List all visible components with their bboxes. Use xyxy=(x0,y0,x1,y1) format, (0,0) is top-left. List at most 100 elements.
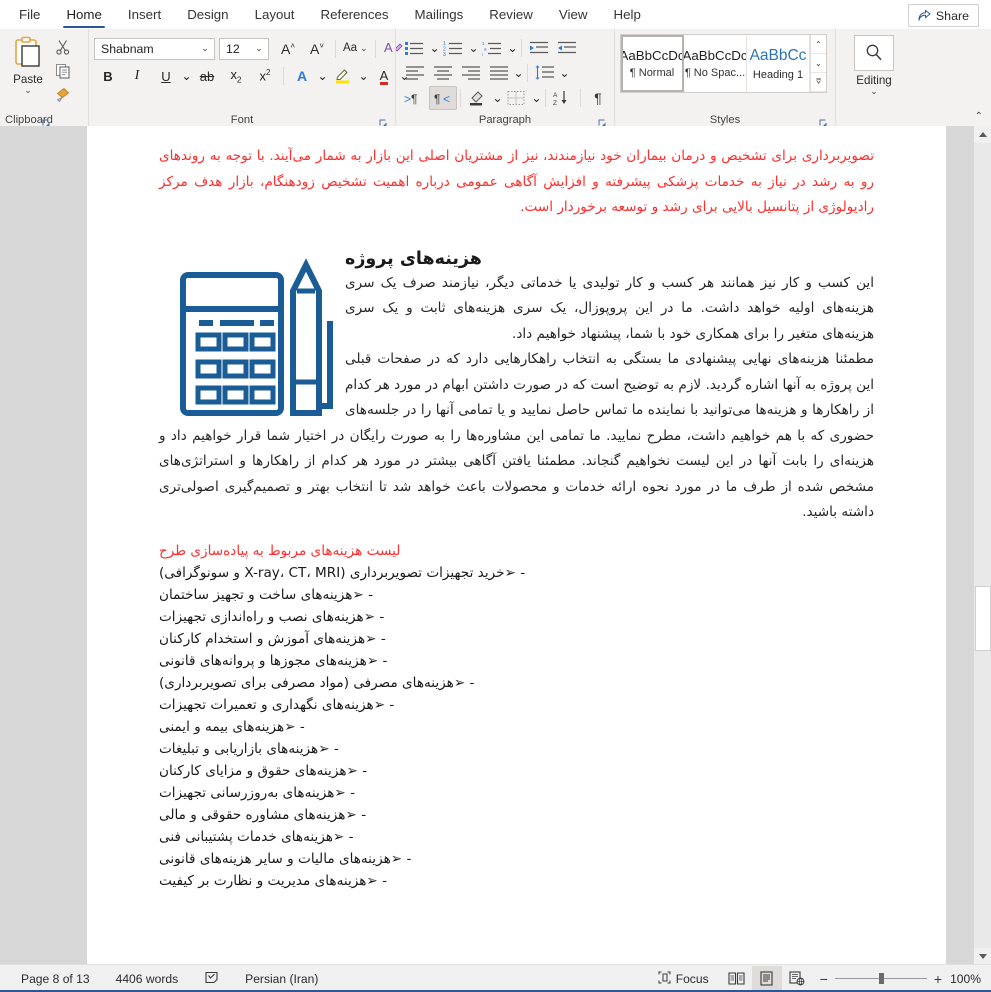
tab-mailings[interactable]: Mailings xyxy=(402,1,477,29)
editing-chevron-down-icon[interactable]: ⌄ xyxy=(870,87,878,96)
multilevel-chevron-down-icon[interactable]: ⌄ xyxy=(507,37,518,59)
font-size-input[interactable]: 12 ⌄ xyxy=(219,37,269,60)
zoom-slider-thumb[interactable] xyxy=(878,973,884,984)
style-heading-1[interactable]: AaBbCc Heading 1 xyxy=(747,35,810,92)
shading-button[interactable] xyxy=(464,86,492,110)
line-spacing-chevron-down-icon[interactable]: ⌄ xyxy=(559,62,570,84)
list-item: ➢ -هزینه‌های مشاوره حقوقی و مالی xyxy=(159,804,874,826)
numbering-chevron-down-icon[interactable]: ⌄ xyxy=(468,37,479,59)
bullet-arrow-icon: ➢ - xyxy=(318,740,339,757)
change-case-chevron-down-icon[interactable]: ⌄ xyxy=(360,43,368,54)
font-name-input[interactable]: Shabnam ⌄ xyxy=(94,37,215,60)
list-item: ➢ -هزینه‌های آموزش و استخدام کارکنان xyxy=(159,628,874,650)
bullet-arrow-icon: ➢ - xyxy=(366,872,388,889)
list-item: ➢ -خرید تجهیزات تصویربرداری (X-ray، CT، … xyxy=(159,562,874,584)
scroll-down-button[interactable] xyxy=(974,948,991,965)
tab-home[interactable]: Home xyxy=(53,1,114,29)
style-no-spacing[interactable]: AaBbCcDc ¶ No Spac... xyxy=(684,35,747,92)
underline-chevron-down-icon[interactable]: ⌄ xyxy=(181,65,192,87)
focus-button[interactable]: Focus xyxy=(645,971,722,987)
vertical-scrollbar[interactable] xyxy=(974,126,991,965)
superscript-button[interactable]: x2 xyxy=(251,64,279,88)
numbering-button[interactable]: 123 xyxy=(440,36,468,60)
tab-review[interactable]: Review xyxy=(476,1,546,29)
styles-scroll-up-icon[interactable]: ⌃ xyxy=(811,35,826,54)
divider xyxy=(335,39,336,58)
text-effects-button[interactable]: A xyxy=(288,64,316,88)
document-canvas[interactable]: تصویربرداری برای تشخیص و درمان بیماران خ… xyxy=(0,126,991,965)
tab-help[interactable]: Help xyxy=(601,1,654,29)
scroll-up-button[interactable] xyxy=(974,126,991,143)
document-page[interactable]: تصویربرداری برای تشخیص و درمان بیماران خ… xyxy=(87,126,946,965)
editing-button[interactable]: Editing ⌄ xyxy=(845,32,903,96)
styles-scroll-down-icon[interactable]: ⌄ xyxy=(811,54,826,73)
subscript-button[interactable]: x2 xyxy=(222,64,250,88)
shading-chevron-down-icon[interactable]: ⌄ xyxy=(492,87,503,109)
zoom-in-button[interactable]: + xyxy=(934,972,942,986)
sort-button[interactable]: AZ xyxy=(549,86,577,110)
zoom-slider[interactable] xyxy=(834,973,927,984)
tab-references[interactable]: References xyxy=(308,1,402,29)
page-indicator[interactable]: Page 8 of 13 xyxy=(8,972,103,986)
italic-button[interactable]: I xyxy=(123,64,151,88)
align-center-button[interactable] xyxy=(429,61,457,85)
ltr-text-direction-button[interactable]: > ¶ xyxy=(401,86,429,110)
multilevel-list-button[interactable]: 1ai xyxy=(479,36,507,60)
zoom-out-button[interactable]: − xyxy=(820,972,828,986)
borders-chevron-down-icon[interactable]: ⌄ xyxy=(531,87,542,109)
align-left-button[interactable] xyxy=(401,61,429,85)
share-button[interactable]: Share xyxy=(907,4,979,27)
font-name-chevron-down-icon[interactable]: ⌄ xyxy=(198,43,212,54)
paste-icon xyxy=(11,35,45,72)
tab-design[interactable]: Design xyxy=(174,1,241,29)
copy-button[interactable] xyxy=(53,61,73,81)
proofing-icon[interactable] xyxy=(191,970,232,988)
borders-button[interactable] xyxy=(503,86,531,110)
web-layout-button[interactable] xyxy=(782,966,812,991)
bullets-button[interactable] xyxy=(401,36,429,60)
align-right-button[interactable] xyxy=(457,61,485,85)
justify-button[interactable] xyxy=(485,61,513,85)
bullets-chevron-down-icon[interactable]: ⌄ xyxy=(429,37,440,59)
style-normal[interactable]: AaBbCcDc ¶ Normal xyxy=(621,35,684,92)
cut-button[interactable] xyxy=(53,37,73,57)
bullet-arrow-icon: ➢ - xyxy=(284,718,305,735)
collapse-ribbon-button[interactable]: ⌃ xyxy=(975,111,983,122)
format-painter-button[interactable] xyxy=(53,85,73,105)
strikethrough-button[interactable]: ab xyxy=(193,64,221,88)
highlight-chevron-down-icon[interactable]: ⌄ xyxy=(358,65,369,87)
language-indicator[interactable]: Persian (Iran) xyxy=(232,972,331,986)
change-case-button[interactable]: Aa ⌄ xyxy=(340,37,371,61)
styles-more-icon[interactable]: ⩢ xyxy=(811,73,826,92)
grow-font-button[interactable]: A˄ xyxy=(274,37,302,61)
font-size-chevron-down-icon[interactable]: ⌄ xyxy=(252,43,266,54)
paste-button[interactable]: Paste ⌄ xyxy=(5,32,51,95)
group-clipboard: Paste ⌄ Clipboard xyxy=(0,29,88,129)
scrollbar-thumb[interactable] xyxy=(975,586,991,651)
document-body[interactable]: تصویربرداری برای تشخیص و درمان بیماران خ… xyxy=(87,126,946,892)
tab-file[interactable]: File xyxy=(6,1,53,29)
bold-button[interactable]: B xyxy=(94,64,122,88)
justify-chevron-down-icon[interactable]: ⌄ xyxy=(513,62,524,84)
word-count[interactable]: 4406 words xyxy=(103,972,192,986)
text-highlight-button[interactable] xyxy=(329,64,357,88)
increase-indent-button[interactable] xyxy=(553,36,581,60)
read-mode-button[interactable] xyxy=(722,966,752,991)
show-formatting-marks-button[interactable]: ¶ xyxy=(584,86,612,110)
zoom-level[interactable]: 100% xyxy=(949,972,981,986)
group-editing: Editing ⌄ xyxy=(835,29,912,129)
tab-layout[interactable]: Layout xyxy=(242,1,308,29)
tab-view[interactable]: View xyxy=(546,1,601,29)
underline-button[interactable]: U xyxy=(152,64,180,88)
print-layout-button[interactable] xyxy=(751,966,782,991)
line-spacing-button[interactable] xyxy=(531,61,559,85)
shrink-font-button[interactable]: A˅ xyxy=(303,37,331,61)
rtl-text-direction-button[interactable]: ¶ < xyxy=(429,85,457,110)
tab-insert[interactable]: Insert xyxy=(115,1,174,29)
decrease-indent-button[interactable] xyxy=(525,36,553,60)
list-item: ➢ -هزینه‌های خدمات پشتیبانی فنی xyxy=(159,826,874,848)
text-effects-chevron-down-icon[interactable]: ⌄ xyxy=(317,65,328,87)
superscript-icon: x2 xyxy=(259,68,271,84)
font-color-button[interactable]: A xyxy=(370,64,398,88)
chevron-down-icon[interactable]: ⌄ xyxy=(24,86,32,95)
